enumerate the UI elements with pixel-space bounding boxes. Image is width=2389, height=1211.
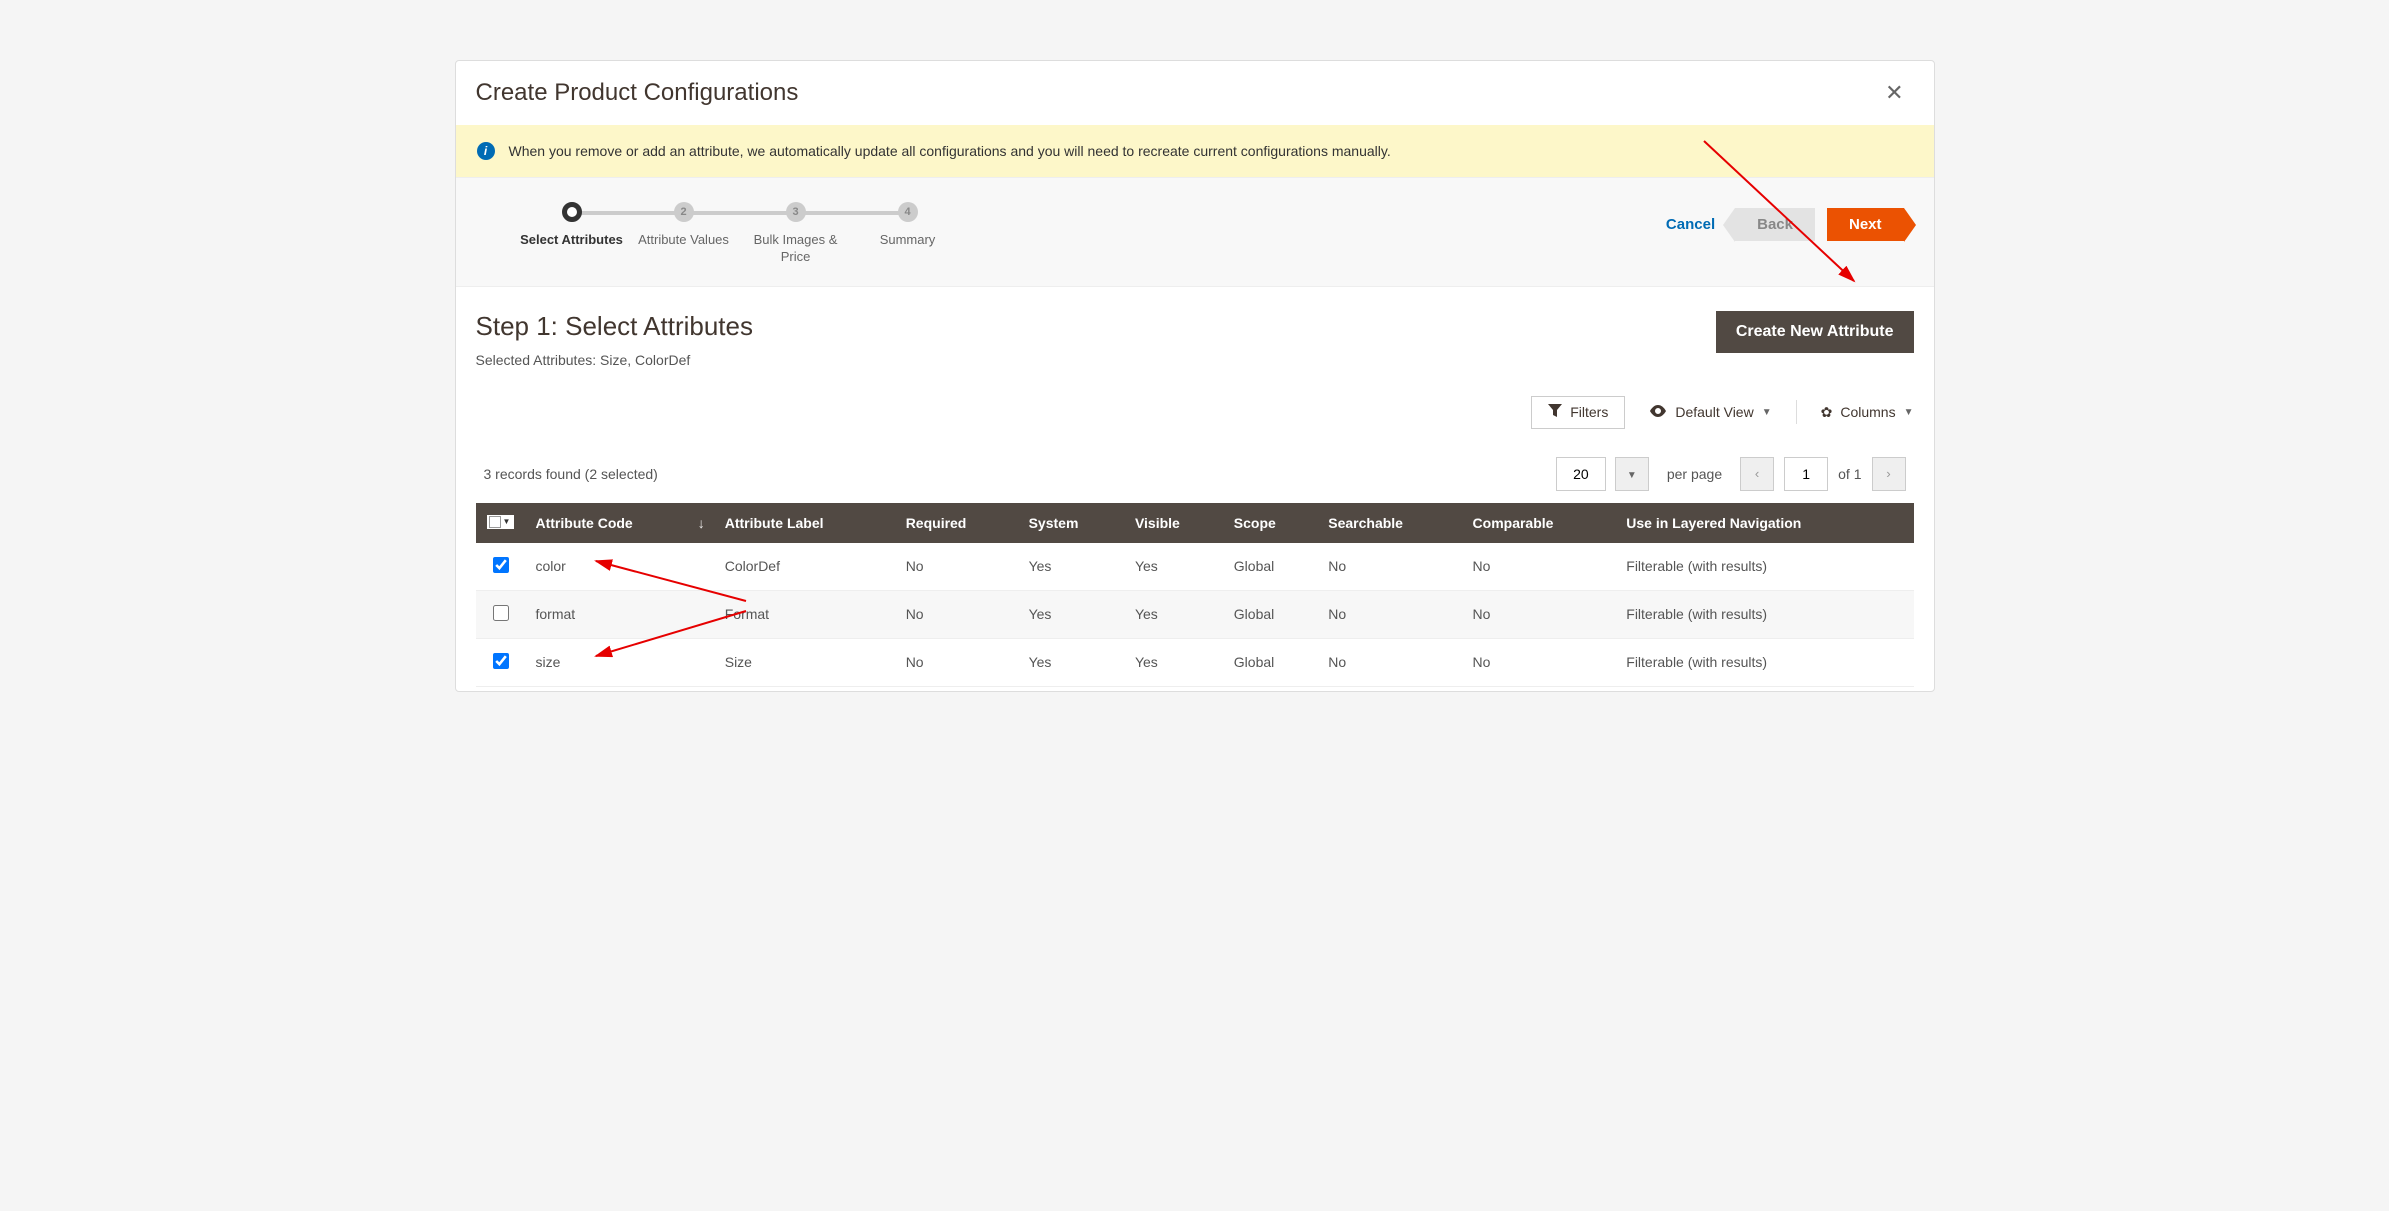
step-label-3: Bulk Images & Price <box>740 232 852 266</box>
toolbar-divider <box>1796 400 1797 424</box>
step-dot-3: 3 <box>786 202 806 222</box>
modal-title: Create Product Configurations <box>476 79 799 107</box>
page-total: of 1 <box>1838 466 1861 482</box>
attributes-grid: ▼ Attribute Code ↓ Attribute Label Requi… <box>476 503 1914 687</box>
header-system[interactable]: System <box>1019 503 1125 543</box>
header-attribute-label[interactable]: Attribute Label <box>715 503 896 543</box>
step-label-1: Select Attributes <box>520 232 623 249</box>
caret-down-icon: ▼ <box>1762 407 1772 418</box>
info-icon: i <box>477 142 495 160</box>
modal-header: Create Product Configurations ✕ <box>456 61 1934 125</box>
header-select-all[interactable]: ▼ <box>476 503 526 543</box>
cell-visible: Yes <box>1125 590 1224 638</box>
cell-scope: Global <box>1224 638 1318 686</box>
cell-label: ColorDef <box>715 543 896 591</box>
cell-code: format <box>526 590 715 638</box>
prev-page-button[interactable]: ‹ <box>1740 457 1774 491</box>
step-dot-4: 4 <box>898 202 918 222</box>
pager: ▼ per page ‹ of 1 › <box>1556 457 1906 491</box>
wizard-steps: Select Attributes 2 Attribute Values 3 B… <box>516 202 964 266</box>
cell-comparable: No <box>1463 590 1617 638</box>
cell-label: Size <box>715 638 896 686</box>
columns-dropdown[interactable]: ✿ Columns ▼ <box>1821 404 1914 421</box>
step-dot-1 <box>562 202 582 222</box>
cell-layered: Filterable (with results) <box>1616 590 1913 638</box>
table-header-row: ▼ Attribute Code ↓ Attribute Label Requi… <box>476 503 1914 543</box>
view-label: Default View <box>1675 404 1753 420</box>
header-comparable[interactable]: Comparable <box>1463 503 1617 543</box>
cell-system: Yes <box>1019 590 1125 638</box>
content-area: Step 1: Select Attributes Selected Attri… <box>456 287 1934 687</box>
caret-down-icon: ▼ <box>1627 470 1637 481</box>
wizard-step-summary: 4 Summary <box>852 202 964 249</box>
step-title: Step 1: Select Attributes <box>476 311 754 342</box>
header-scope[interactable]: Scope <box>1224 503 1318 543</box>
create-new-attribute-button[interactable]: Create New Attribute <box>1716 311 1914 353</box>
next-page-button[interactable]: › <box>1872 457 1906 491</box>
cell-scope: Global <box>1224 543 1318 591</box>
table-row[interactable]: size Size No Yes Yes Global No No Filter… <box>476 638 1914 686</box>
wizard-step-attribute-values: 2 Attribute Values <box>628 202 740 249</box>
grid-toolbar: Filters Default View ▼ ✿ Columns ▼ <box>476 396 1914 429</box>
cell-system: Yes <box>1019 543 1125 591</box>
cell-code: color <box>526 543 715 591</box>
cell-visible: Yes <box>1125 543 1224 591</box>
info-bar: i When you remove or add an attribute, w… <box>456 125 1934 177</box>
page-input[interactable] <box>1784 457 1828 491</box>
header-searchable[interactable]: Searchable <box>1318 503 1462 543</box>
step-label-2: Attribute Values <box>638 232 729 249</box>
cell-system: Yes <box>1019 638 1125 686</box>
filters-button[interactable]: Filters <box>1531 396 1625 429</box>
next-button[interactable]: Next <box>1827 208 1904 241</box>
default-view-dropdown[interactable]: Default View ▼ <box>1649 404 1771 420</box>
step-header: Step 1: Select Attributes Selected Attri… <box>476 311 1914 368</box>
cell-required: No <box>896 543 1019 591</box>
cell-comparable: No <box>1463 543 1617 591</box>
cell-layered: Filterable (with results) <box>1616 543 1913 591</box>
cell-required: No <box>896 590 1019 638</box>
wizard-actions: Cancel Back Next <box>1658 208 1904 241</box>
page-size-dropdown[interactable]: ▼ <box>1615 457 1649 491</box>
cell-code: size <box>526 638 715 686</box>
back-button[interactable]: Back <box>1735 208 1815 241</box>
cell-label: Format <box>715 590 896 638</box>
wizard-bar: Select Attributes 2 Attribute Values 3 B… <box>456 177 1934 287</box>
page-size-input[interactable] <box>1556 457 1606 491</box>
cell-searchable: No <box>1318 638 1462 686</box>
header-attribute-code[interactable]: Attribute Code ↓ <box>526 503 715 543</box>
header-layered-nav[interactable]: Use in Layered Navigation <box>1616 503 1913 543</box>
step-dot-2: 2 <box>674 202 694 222</box>
sort-arrow-icon: ↓ <box>698 515 705 531</box>
gear-icon: ✿ <box>1821 404 1833 421</box>
row-checkbox[interactable] <box>493 653 509 669</box>
records-found: 3 records found (2 selected) <box>484 466 658 482</box>
info-text: When you remove or add an attribute, we … <box>509 143 1391 159</box>
row-checkbox[interactable] <box>493 557 509 573</box>
eye-icon <box>1649 404 1667 420</box>
records-row: 3 records found (2 selected) ▼ per page … <box>476 457 1914 503</box>
filter-icon <box>1548 404 1562 421</box>
columns-label: Columns <box>1840 404 1895 420</box>
cell-required: No <box>896 638 1019 686</box>
step-label-4: Summary <box>880 232 936 249</box>
header-visible[interactable]: Visible <box>1125 503 1224 543</box>
cell-layered: Filterable (with results) <box>1616 638 1913 686</box>
cancel-button[interactable]: Cancel <box>1658 216 1723 233</box>
cell-scope: Global <box>1224 590 1318 638</box>
cell-comparable: No <box>1463 638 1617 686</box>
selected-attributes: Selected Attributes: Size, ColorDef <box>476 352 754 368</box>
caret-down-icon: ▼ <box>1904 407 1914 418</box>
table-row[interactable]: format Format No Yes Yes Global No No Fi… <box>476 590 1914 638</box>
close-icon[interactable]: ✕ <box>1885 80 1903 106</box>
table-row[interactable]: color ColorDef No Yes Yes Global No No F… <box>476 543 1914 591</box>
cell-visible: Yes <box>1125 638 1224 686</box>
header-required[interactable]: Required <box>896 503 1019 543</box>
wizard-step-select-attributes: Select Attributes <box>516 202 628 249</box>
row-checkbox[interactable] <box>493 605 509 621</box>
filters-label: Filters <box>1570 404 1608 420</box>
cell-searchable: No <box>1318 590 1462 638</box>
cell-searchable: No <box>1318 543 1462 591</box>
per-page-label: per page <box>1667 466 1722 482</box>
create-configurations-modal: Create Product Configurations ✕ i When y… <box>455 60 1935 692</box>
